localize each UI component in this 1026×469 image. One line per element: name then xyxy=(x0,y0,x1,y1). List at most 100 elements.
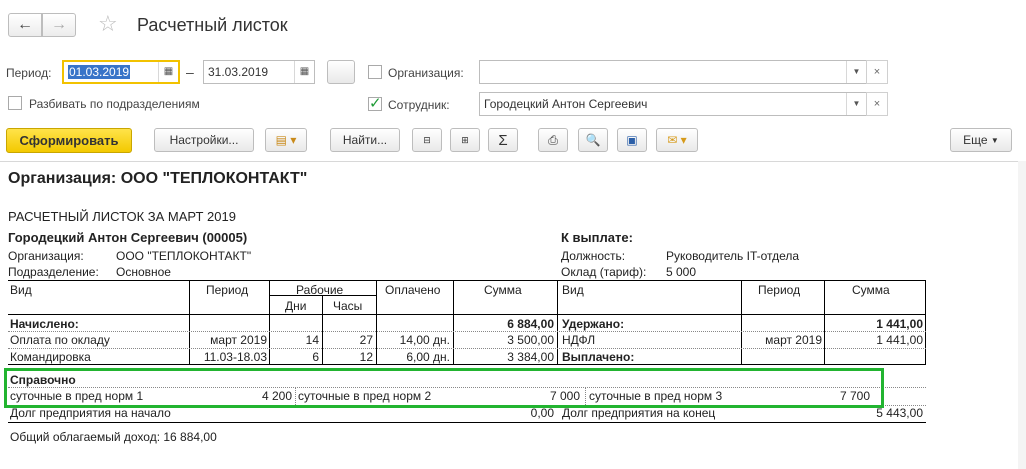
close-icon: × xyxy=(873,98,881,110)
report-sheet-title: РАСЧЕТНЫЙ ЛИСТОК ЗА МАРТ 2019 xyxy=(8,209,236,224)
report-document: Организация: ООО "ТЕПЛОКОНТАКТ" РАСЧЕТНЫ… xyxy=(0,161,1026,469)
arrow-right-icon: → xyxy=(51,16,67,33)
find-button[interactable]: Найти... xyxy=(330,128,400,152)
printer-icon: ⎙ xyxy=(548,132,558,147)
close-icon: × xyxy=(873,66,881,78)
more-button[interactable]: Еще ▼ xyxy=(950,128,1012,152)
position-value: Руководитель IT-отдела xyxy=(666,249,800,263)
title-bar: ← → ☆ Расчетный листок xyxy=(0,0,1026,50)
expand-groups-button[interactable]: ⊞ xyxy=(450,128,480,152)
send-button[interactable]: ✉ ▾ xyxy=(656,128,698,152)
table-row-hours: 12 xyxy=(359,350,373,364)
employee-label: Сотрудник: xyxy=(388,98,450,112)
date-from-field[interactable]: 01.03.2019 ▦ xyxy=(62,60,180,84)
dept-value: Основное xyxy=(116,265,171,279)
table-border xyxy=(557,280,558,364)
debt-start-value: 0,00 xyxy=(530,406,554,420)
favorite-star-icon[interactable]: ☆ xyxy=(98,12,118,36)
col-header-period: Период xyxy=(206,283,249,297)
chevron-down-icon[interactable]: ▼ xyxy=(846,93,866,115)
split-by-dept-label: Разбивать по подразделениям xyxy=(29,97,200,111)
employee-field[interactable]: Городецкий Антон Сергеевич ▼ xyxy=(479,92,867,116)
collapse-groups-button[interactable]: ⊟ xyxy=(412,128,442,152)
position-label: Должность: xyxy=(561,249,626,263)
chevron-down-icon[interactable]: ▼ xyxy=(846,61,866,83)
paid-out-label: Выплачено: xyxy=(562,350,635,364)
report-org-title: Организация: ООО "ТЕПЛОКОНТАКТ" xyxy=(8,170,308,187)
col-header-paid: Оплачено xyxy=(385,283,441,297)
col-header-sum: Сумма xyxy=(484,283,522,297)
table-row-period: март 2019 xyxy=(210,333,267,347)
accrued-total: 6 884,00 xyxy=(507,317,554,331)
highlight-box xyxy=(4,368,884,408)
employee-checkbox[interactable] xyxy=(368,94,382,112)
row-divider xyxy=(8,348,926,349)
col-header-kind2: Вид xyxy=(562,283,584,297)
salary-value: 5 000 xyxy=(666,265,697,279)
variants-button[interactable]: ▤ ▾ xyxy=(265,128,307,152)
table-border xyxy=(8,422,926,423)
arrow-left-icon: ← xyxy=(17,16,33,33)
back-button[interactable]: ← xyxy=(8,13,42,37)
period-label: Период: xyxy=(6,66,52,80)
more-label: Еще xyxy=(963,133,988,147)
table-row-paid: 14,00 дн. xyxy=(399,333,450,347)
date-to-value: 31.03.2019 xyxy=(208,65,269,79)
preview-button[interactable]: 🔍 xyxy=(578,128,608,152)
envelope-icon: ✉ ▾ xyxy=(667,133,687,147)
split-by-dept-checkbox[interactable] xyxy=(8,96,22,110)
org-row-value: ООО "ТЕПЛОКОНТАКТ" xyxy=(116,249,252,263)
group-expand-icon: ⊞ xyxy=(461,134,469,145)
table-row-kind: Оплата по окладу xyxy=(10,333,110,347)
print-button[interactable]: ⎙ xyxy=(538,128,568,152)
chevron-down-icon: ▼ xyxy=(990,135,999,145)
date-separator: – xyxy=(186,64,194,80)
folder-icon: ▤ ▾ xyxy=(275,133,297,147)
table-row-hours: 27 xyxy=(359,333,373,347)
group-collapse-icon: ⊟ xyxy=(423,134,431,145)
withheld-label: Удержано: xyxy=(562,317,625,331)
vertical-scrollbar[interactable] xyxy=(1018,161,1026,469)
to-pay-label: К выплате: xyxy=(561,230,633,245)
table-border xyxy=(8,280,926,281)
calendar-icon[interactable]: ▦ xyxy=(294,61,314,83)
save-button[interactable]: ▣ xyxy=(617,128,647,152)
generate-button[interactable]: Сформировать xyxy=(6,128,132,153)
date-to-field[interactable]: 31.03.2019 ▦ xyxy=(203,60,315,84)
table-border xyxy=(925,280,926,364)
employee-name: Городецкий Антон Сергеевич (00005) xyxy=(8,230,248,245)
dept-label: Подразделение: xyxy=(8,265,99,279)
employee-clear-button[interactable]: × xyxy=(866,92,888,116)
col-header-days: Дни xyxy=(285,299,307,313)
table-row-sum: 3 500,00 xyxy=(507,333,554,347)
floppy-disk-icon: ▣ xyxy=(626,133,638,147)
calendar-icon[interactable]: ▦ xyxy=(158,62,178,82)
table-row-kind: Командировка xyxy=(10,350,91,364)
col-header-hours: Часы xyxy=(333,299,363,313)
sum-button[interactable]: Σ xyxy=(488,128,518,152)
employee-value: Городецкий Антон Сергеевич xyxy=(484,97,648,111)
table-row-sum: 3 384,00 xyxy=(507,350,554,364)
row-divider xyxy=(8,331,926,332)
table-border xyxy=(741,280,742,364)
table-row-days: 6 xyxy=(312,350,319,364)
org-row-label: Организация: xyxy=(8,249,84,263)
organization-clear-button[interactable]: × xyxy=(866,60,888,84)
col-header-sum2: Сумма xyxy=(852,283,890,297)
col-header-period2: Период xyxy=(758,283,801,297)
debt-start-label: Долг предприятия на начало xyxy=(10,406,171,420)
debt-end-value: 5 443,00 xyxy=(876,406,923,420)
organization-label: Организация: xyxy=(388,66,464,80)
settings-button[interactable]: Настройки... xyxy=(154,128,254,152)
table-row-paid: 6,00 дн. xyxy=(406,350,450,364)
page-title: Расчетный листок xyxy=(137,15,288,35)
withheld-row-sum: 1 441,00 xyxy=(876,333,923,347)
forward-button[interactable]: → xyxy=(42,13,76,37)
withheld-total: 1 441,00 xyxy=(876,317,923,331)
date-from-value: 01.03.2019 xyxy=(68,65,131,79)
organization-checkbox[interactable] xyxy=(368,65,382,79)
period-select-button[interactable] xyxy=(327,60,355,84)
table-row-period: 11.03-18.03 xyxy=(203,350,267,364)
table-border xyxy=(8,364,926,365)
organization-field[interactable]: ▼ xyxy=(479,60,867,84)
